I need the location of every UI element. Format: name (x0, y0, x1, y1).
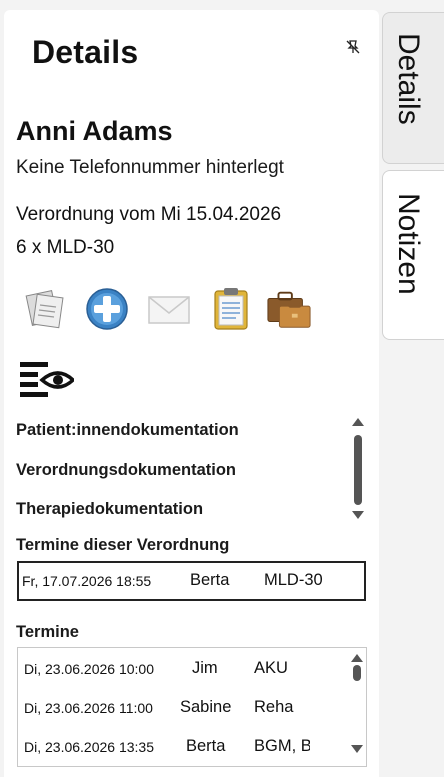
unpin-icon[interactable] (344, 38, 362, 56)
list-item-prescription-documentation[interactable]: Verordnungsdokumentation (16, 461, 236, 480)
appointment-therapist: Jim (192, 659, 218, 677)
tab-notes-label: Notizen (392, 193, 425, 295)
therapy-count: 6 x MLD-30 (16, 237, 115, 258)
appointment-type: MLD-30 (264, 571, 323, 589)
appointments-scrollbar[interactable] (350, 654, 364, 762)
appointment-therapist: Sabine (180, 698, 232, 716)
scroll-up-icon[interactable] (351, 654, 363, 662)
tab-notes[interactable]: Notizen (382, 170, 444, 340)
appointment-therapist: Berta (186, 737, 226, 755)
scroll-thumb[interactable] (354, 435, 362, 505)
appointments-label: Termine (16, 623, 79, 641)
appointment-date: Di, 23.06.2026 11:00 (24, 700, 153, 716)
scroll-down-icon[interactable] (351, 745, 363, 753)
scroll-down-icon[interactable] (352, 511, 364, 519)
panel-title: Details (32, 34, 139, 70)
view-document-icon[interactable] (20, 358, 76, 400)
phone-info: Keine Telefonnummer hinterlegt (16, 157, 284, 178)
appointment-date: Di, 23.06.2026 10:00 (24, 661, 154, 677)
appointment-row[interactable]: Di, 23.06.2026 10:00 Jim AKU (18, 650, 366, 688)
appointment-type: BGM, B (254, 737, 310, 755)
scroll-thumb[interactable] (353, 665, 361, 681)
mail-icon[interactable] (146, 286, 192, 332)
list-item-therapy-documentation[interactable]: Therapiedokumentation (16, 500, 203, 519)
appointment-date: Di, 23.06.2026 13:35 (24, 739, 154, 755)
tab-details[interactable]: Details (382, 12, 444, 164)
appointment-type: Reha (254, 698, 294, 716)
scroll-up-icon[interactable] (352, 418, 364, 426)
prescription-date: Verordnung vom Mi 15.04.2026 (16, 204, 282, 225)
clipboard-icon[interactable] (208, 286, 254, 332)
list-item-patient-documentation[interactable]: Patient:innendokumentation (16, 421, 239, 440)
prescription-appointments-label: Termine dieser Verordnung (16, 536, 230, 554)
briefcase-icon[interactable] (266, 286, 312, 332)
details-panel: Details Anni Adams Keine Telefonnummer h… (4, 10, 379, 777)
appointment-row[interactable]: Di, 23.06.2026 11:00 Sabine Reha (18, 689, 366, 727)
documentation-list: Patient:innendokumentation Verordnungsdo… (16, 408, 376, 528)
tab-details-label: Details (392, 33, 425, 125)
appointment-row[interactable]: Di, 23.06.2026 13:35 Berta BGM, B (18, 728, 310, 766)
add-icon[interactable] (84, 286, 130, 332)
patient-name: Anni Adams (16, 116, 173, 146)
appointment-type: AKU (254, 659, 288, 677)
notes-icon[interactable] (22, 286, 68, 332)
appointment-therapist: Berta (190, 571, 230, 589)
appointment-date: Fr, 17.07.2026 18:55 (22, 573, 152, 589)
appointment-row[interactable]: Fr, 17.07.2026 18:55 Berta MLD-30 (19, 563, 364, 601)
appointments-list: Di, 23.06.2026 10:00 Jim AKU Di, 23.06.2… (17, 647, 367, 767)
documentation-scrollbar[interactable] (351, 418, 365, 524)
prescription-appointments-list: Fr, 17.07.2026 18:55 Berta MLD-30 (17, 561, 366, 601)
